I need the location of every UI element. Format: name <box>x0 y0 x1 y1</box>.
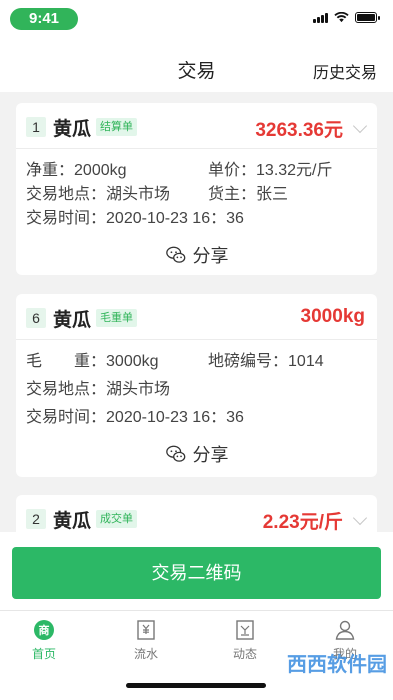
wechat-icon <box>165 246 185 263</box>
wechat-icon <box>165 445 185 462</box>
card-details: 净重：2000kg 单价：13.32元/斤 交易地点：湖头市场 货主：张三 交易… <box>16 149 377 231</box>
detail-value: 张三 <box>256 186 289 203</box>
card-number: 6 <box>26 308 46 328</box>
order-type-badge: 结算单 <box>96 118 137 136</box>
share-label: 分享 <box>192 445 229 465</box>
detail-label: 净重： <box>26 162 75 179</box>
detail-value: 1014 <box>288 353 324 370</box>
tab-label: 流水 <box>133 647 158 661</box>
wifi-icon <box>334 12 349 23</box>
product-name: 黄瓜 <box>53 310 92 331</box>
detail-value: 2000kg <box>74 162 127 179</box>
ledger-icon <box>137 620 155 640</box>
card-header[interactable]: 2 黄瓜 成交单 2.23元/斤 <box>16 495 377 532</box>
card-amount: 3000kg <box>300 306 365 327</box>
chevron-down-icon[interactable] <box>352 118 368 134</box>
order-type-badge: 成交单 <box>96 510 137 528</box>
detail-label: 交易地点： <box>26 186 107 203</box>
signal-icon <box>313 12 328 23</box>
detail-label: 交易时间： <box>26 409 107 426</box>
tab-ledger[interactable]: 流水 <box>97 619 195 662</box>
detail-label: 毛 重： <box>26 353 107 370</box>
detail-value: 3000kg <box>106 353 159 370</box>
card-details: 毛 重：3000kg 地磅编号：1014 交易地点：湖头市场 交易时间：2020… <box>16 340 377 430</box>
detail-row: 净重：2000kg 单价：13.32元/斤 <box>26 159 377 183</box>
detail-label: 单价： <box>208 162 257 179</box>
detail-row: 交易地点：湖头市场 货主：张三 <box>26 183 377 207</box>
svg-text:商: 商 <box>39 623 50 637</box>
trade-card[interactable]: 6 黄瓜 毛重单 3000kg 毛 重：3000kg 地磅编号：1014 交易地… <box>16 294 377 477</box>
home-icon: 商 <box>34 620 54 640</box>
card-amount: 2.23元/斤 <box>262 512 343 532</box>
detail-label: 货主： <box>208 186 257 203</box>
news-icon <box>236 620 254 640</box>
share-button[interactable]: 分享 <box>16 231 377 279</box>
card-number: 2 <box>26 509 46 529</box>
card-amount: 3263.36元 <box>255 120 343 141</box>
detail-value: 湖头市场 <box>106 381 171 398</box>
detail-value: 2020-10-23 16：36 <box>106 210 244 227</box>
status-icons <box>313 12 380 23</box>
home-indicator <box>126 683 266 688</box>
detail-row: 交易时间：2020-10-23 16：36 <box>26 207 377 231</box>
trade-card[interactable]: 2 黄瓜 成交单 2.23元/斤 <box>16 495 377 532</box>
trade-list[interactable]: 1 黄瓜 结算单 3263.36元 净重：2000kg 单价：13.32元/斤 … <box>0 92 393 532</box>
detail-row: 毛 重：3000kg 地磅编号：1014 <box>26 350 377 374</box>
nav-bar: 交易 历史交易 <box>0 40 393 92</box>
share-button[interactable]: 分享 <box>16 430 377 478</box>
profile-icon <box>335 620 355 640</box>
order-type-badge: 毛重单 <box>96 309 137 327</box>
chevron-down-icon[interactable] <box>352 510 368 526</box>
detail-label: 交易地点： <box>26 381 107 398</box>
bottom-action-area: 交易二维码 <box>0 532 393 610</box>
detail-row: 交易时间：2020-10-23 16：36 <box>26 406 377 430</box>
trade-card[interactable]: 1 黄瓜 结算单 3263.36元 净重：2000kg 单价：13.32元/斤 … <box>16 103 377 275</box>
share-label: 分享 <box>192 246 229 266</box>
trade-qr-code-button[interactable]: 交易二维码 <box>12 547 381 599</box>
status-time: 9:41 <box>10 8 78 30</box>
history-trades-link[interactable]: 历史交易 <box>313 59 377 83</box>
watermark-logo: 西西软件园 <box>287 654 387 676</box>
tab-home[interactable]: 商 首页 <box>0 619 93 662</box>
detail-value: 2020-10-23 16：36 <box>106 409 244 426</box>
detail-value: 湖头市场 <box>106 186 171 203</box>
battery-icon <box>355 12 380 23</box>
detail-value: 13.32元/斤 <box>256 162 333 179</box>
card-header[interactable]: 6 黄瓜 毛重单 3000kg <box>16 294 377 340</box>
status-bar: 9:41 <box>0 0 393 40</box>
product-name: 黄瓜 <box>53 119 92 140</box>
card-number: 1 <box>26 117 46 137</box>
tab-label: 首页 <box>31 647 56 661</box>
detail-row: 交易地点：湖头市场 <box>26 378 377 402</box>
card-header[interactable]: 1 黄瓜 结算单 3263.36元 <box>16 103 377 149</box>
detail-label: 地磅编号： <box>208 353 289 370</box>
detail-label: 交易时间： <box>26 210 107 227</box>
product-name: 黄瓜 <box>53 511 92 532</box>
